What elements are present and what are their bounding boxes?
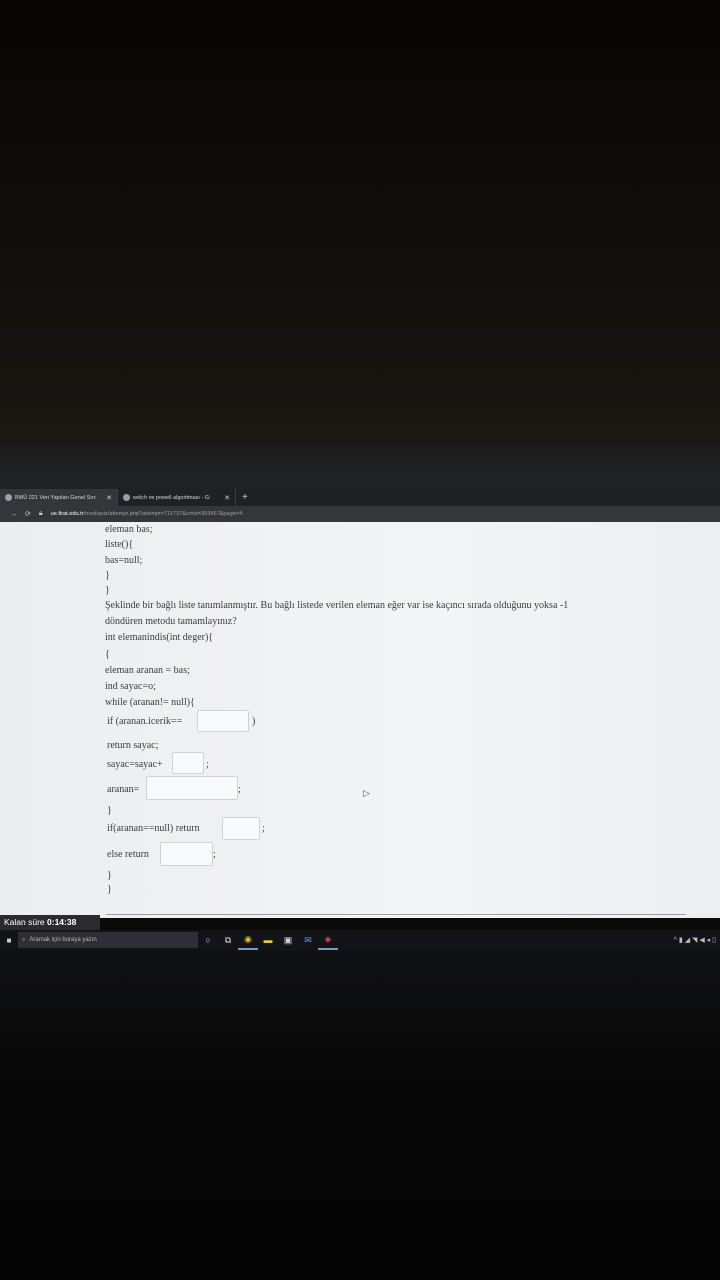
code-line: return sayac;	[107, 740, 159, 751]
answer-input-1[interactable]	[197, 710, 249, 732]
code-line: aranan=	[107, 784, 140, 795]
code-line: bas=null;	[105, 555, 143, 566]
tab-title: welch ve powell algoritması - G:	[133, 494, 211, 501]
tab-welch-powell[interactable]: welch ve powell algoritması - G: ✕	[118, 489, 236, 506]
search-icon: ⌕	[22, 936, 26, 943]
background-bottom	[0, 950, 720, 1280]
code-line: }	[105, 585, 110, 596]
divider	[106, 914, 686, 915]
quiz-page: eleman bas; liste(){ bas=null; } } Şekli…	[0, 522, 720, 918]
close-icon[interactable]: ✕	[224, 494, 230, 502]
lock-icon[interactable]: 🔒︎	[39, 510, 43, 518]
code-line: }	[107, 870, 112, 881]
quiz-timer: Kalan süre 0:14:38	[0, 915, 100, 930]
question-prompt: Şeklinde bir bağlı liste tanımlanmıştır.…	[105, 600, 569, 611]
search-placeholder: Aramak için buraya yazın	[29, 937, 97, 943]
monitor-bezel	[0, 445, 720, 490]
code-line: }	[107, 884, 112, 895]
windows-start-icon[interactable]: ■	[0, 936, 18, 945]
url-path: /mod/quiz/attempt.php?attempt=711737&cmi…	[83, 511, 243, 517]
code-line: eleman bas;	[105, 524, 153, 535]
new-tab-button[interactable]: +	[236, 489, 254, 506]
store-icon[interactable]: ▣	[278, 930, 298, 950]
app-icon[interactable]: ◈	[318, 930, 338, 950]
code-line: ;	[238, 784, 241, 795]
moodle-icon	[5, 494, 12, 501]
chrome-icon[interactable]: ◉	[238, 930, 258, 950]
answer-input-4[interactable]	[222, 817, 260, 840]
browser-tab-bar: BMÜ 221 Veri Yapıları Genel Sın: ✕ welch…	[0, 486, 720, 506]
code-line: {	[105, 649, 110, 660]
code-line: while (aranan!= null){	[105, 697, 195, 708]
task-view-icon[interactable]: ⧉	[218, 930, 238, 950]
mouse-cursor-icon: ▷	[363, 788, 370, 798]
taskbar: ■ ⌕ Aramak için buraya yazın ○ ⧉ ◉ ▬ ▣ ✉…	[0, 930, 720, 950]
answer-input-5[interactable]	[160, 842, 213, 866]
code-line: if (aranan.icerik==	[107, 716, 183, 727]
question-prompt-cont: döndüren metodu tamamlayınız?	[105, 616, 237, 627]
answer-input-2[interactable]	[172, 752, 204, 774]
code-line: }	[105, 570, 110, 581]
url-field[interactable]: ue.firat.edu.tr/mod/quiz/attempt.php?att…	[51, 511, 243, 517]
code-line: liste(){	[105, 539, 134, 550]
timer-value: 0:14:38	[47, 917, 77, 927]
reload-icon[interactable]: ⟳	[25, 510, 31, 518]
forward-icon[interactable]: →	[10, 511, 17, 518]
code-line: ind sayac=o;	[105, 681, 156, 692]
system-tray[interactable]: ^ ▮ ◢ ◥ ◀ ◂ ▯	[674, 936, 720, 944]
code-line: ;	[213, 849, 216, 860]
code-line: if(aranan==null) return	[107, 823, 200, 834]
taskbar-search[interactable]: ⌕ Aramak için buraya yazın	[18, 932, 198, 948]
code-line: }	[107, 805, 112, 816]
code-line: )	[252, 716, 256, 727]
code-line: sayac=sayac+	[107, 759, 163, 770]
timer-label: Kalan süre	[4, 917, 45, 927]
code-line: ;	[262, 823, 265, 834]
google-icon	[123, 494, 130, 501]
mail-icon[interactable]: ✉	[298, 930, 318, 950]
background-top	[0, 0, 720, 460]
tab-title: BMÜ 221 Veri Yapıları Genel Sın:	[15, 494, 97, 501]
code-line: eleman aranan = bas;	[105, 665, 190, 676]
file-explorer-icon[interactable]: ▬	[258, 930, 278, 950]
address-bar: → ⟳ 🔒︎ ue.firat.edu.tr/mod/quiz/attempt.…	[0, 506, 720, 522]
close-icon[interactable]: ✕	[106, 494, 112, 502]
code-line: ;	[206, 759, 209, 770]
url-host: ue.firat.edu.tr	[50, 511, 84, 517]
code-line: int elemanindis(int deger){	[105, 632, 214, 643]
tab-veri-yapilari[interactable]: BMÜ 221 Veri Yapıları Genel Sın: ✕	[0, 489, 118, 506]
cortana-icon[interactable]: ○	[198, 930, 218, 950]
answer-input-3[interactable]	[146, 776, 238, 800]
code-line: else return	[107, 849, 149, 860]
